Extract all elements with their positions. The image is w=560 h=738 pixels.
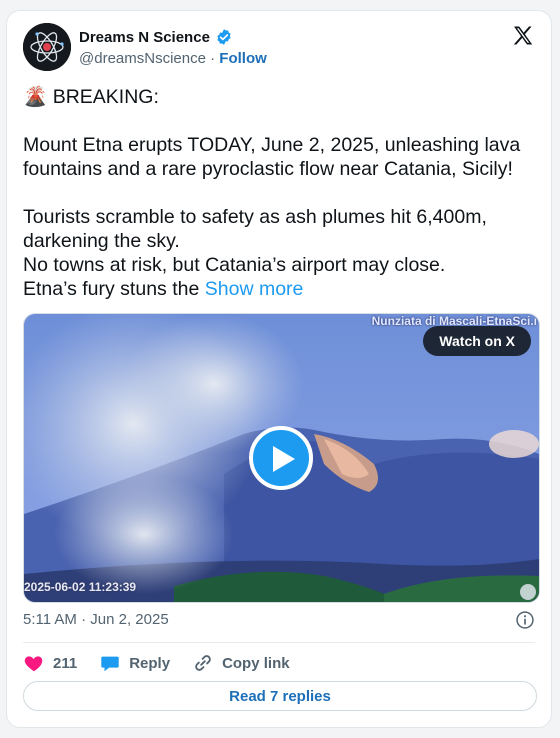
copy-link-label: Copy link xyxy=(222,654,290,672)
author-handle-row: @dreamsNscience · Follow xyxy=(79,50,267,67)
link-icon xyxy=(195,655,211,671)
post-paragraph-1: Mount Etna erupts TODAY, June 2, 2025, u… xyxy=(23,134,521,180)
author-name-row: Dreams N Science xyxy=(79,28,233,46)
read-replies-button[interactable]: Read 7 replies xyxy=(23,681,537,711)
like-count: 211 xyxy=(53,654,78,672)
divider xyxy=(23,642,535,643)
copy-link-button[interactable]: Copy link xyxy=(192,652,290,674)
handle-separator: · xyxy=(210,50,216,67)
post-paragraph-2-line-2: No towns at risk, but Catania’s airport … xyxy=(23,254,446,276)
reply-bubble-icon xyxy=(101,656,119,672)
play-icon xyxy=(273,446,295,472)
show-more-link[interactable]: Show more xyxy=(205,278,304,300)
video-timestamp-text: 2025-06-02 11:23:39 xyxy=(24,580,137,594)
volcano-emoji: 🌋 xyxy=(23,86,48,108)
post-timestamp[interactable]: 5:11 AM · Jun 2, 2025 xyxy=(23,611,169,628)
verified-badge-icon xyxy=(217,29,231,45)
video-player[interactable]: Nunziata di Mascali-EtnaSci.i Watch on X… xyxy=(23,313,540,603)
avatar[interactable] xyxy=(23,23,71,71)
avatar-atom-icon xyxy=(23,23,71,71)
post-headline: 🌋 BREAKING: xyxy=(23,85,543,109)
x-logo-icon[interactable] xyxy=(511,24,535,48)
heart-icon xyxy=(24,656,43,672)
post-date: Jun 2, 2025 xyxy=(90,611,169,628)
watch-on-x-button[interactable]: Watch on X xyxy=(423,326,531,356)
post-card: Dreams N Science @dreamsNscience · Follo… xyxy=(6,10,552,728)
author-handle[interactable]: @dreamsNscience xyxy=(79,50,206,67)
breaking-label: BREAKING: xyxy=(52,86,159,108)
meta-separator: · xyxy=(81,611,87,628)
post-paragraph-2-line-3: Etna’s fury stuns the Show more xyxy=(23,277,543,301)
actions-bar: 211 Reply Copy link xyxy=(23,652,312,674)
info-icon[interactable] xyxy=(515,610,535,630)
follow-button[interactable]: Follow xyxy=(219,50,267,67)
author-name[interactable]: Dreams N Science xyxy=(79,29,210,46)
reply-button[interactable]: Reply xyxy=(99,652,170,674)
play-button[interactable] xyxy=(249,426,313,490)
like-button[interactable]: 211 xyxy=(23,652,77,674)
post-time: 5:11 AM xyxy=(23,611,77,628)
post-paragraph-2-line-1: Tourists scramble to safety as ash plume… xyxy=(23,206,487,252)
watermark-icon xyxy=(520,584,536,600)
reply-label: Reply xyxy=(129,654,171,672)
post-truncated-text: Etna’s fury stuns the xyxy=(23,278,200,300)
post-text: 🌋 BREAKING: Mount Etna erupts TODAY, Jun… xyxy=(23,85,543,301)
